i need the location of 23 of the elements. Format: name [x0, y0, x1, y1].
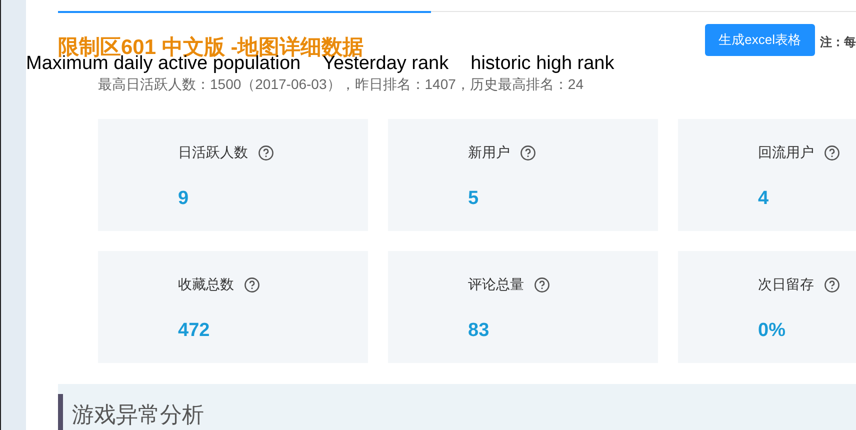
annotation-label: historic high rank	[470, 53, 614, 75]
help-icon[interactable]	[534, 276, 550, 292]
stat-value: 472	[178, 319, 211, 343]
help-icon[interactable]	[244, 276, 260, 292]
stat-value: 4	[758, 187, 770, 211]
stat-value: 9	[178, 187, 190, 211]
export-button[interactable]: 生成excel表格	[704, 24, 815, 56]
stat-label: 收藏总数	[178, 275, 234, 294]
summary-text: 最高日活跃人数：1500（2017-06-03），昨日排名：1407，历史最高排名：24	[98, 75, 584, 93]
section-title: 游戏异常分析	[72, 400, 204, 428]
stat-value: 0%	[758, 319, 786, 343]
help-icon[interactable]	[824, 276, 840, 292]
help-icon[interactable]	[824, 144, 840, 160]
help-icon[interactable]	[258, 144, 274, 160]
stat-label: 评论总量	[468, 275, 524, 294]
stat-value: 5	[468, 187, 480, 211]
help-icon[interactable]	[520, 144, 536, 160]
stat-label: 日活跃人数	[178, 143, 248, 162]
note-text: 注：每	[820, 34, 856, 51]
stat-label: 次日留存	[758, 275, 814, 294]
stat-label: 回流用户	[758, 143, 814, 162]
stat-label: 新用户	[468, 143, 510, 162]
stat-value: 83	[468, 319, 490, 343]
